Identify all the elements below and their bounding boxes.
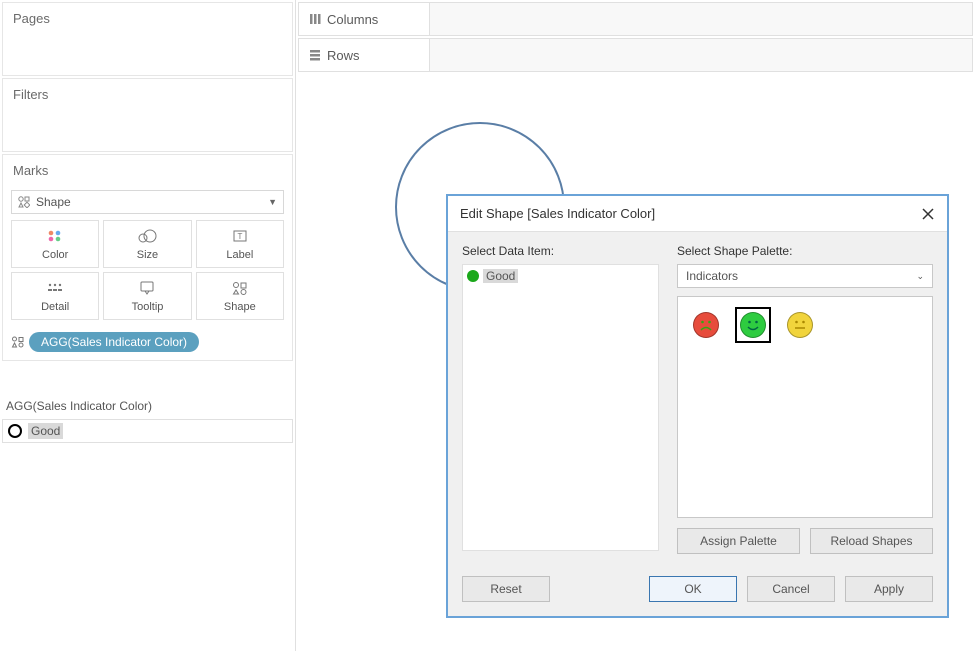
data-item-shape-icon — [467, 270, 479, 282]
svg-text:T: T — [237, 232, 242, 241]
label-icon: T — [232, 227, 248, 245]
columns-icon — [309, 13, 321, 25]
reset-button[interactable]: Reset — [462, 576, 550, 602]
detail-button[interactable]: Detail — [11, 272, 99, 320]
chevron-down-icon: ⌄ — [916, 271, 924, 282]
shape-icon — [232, 279, 248, 297]
marks-panel: Marks Shape ▼ Color — [2, 154, 293, 361]
shape-pill[interactable]: AGG(Sales Indicator Color) — [29, 332, 199, 352]
label-button[interactable]: T Label — [196, 220, 284, 268]
cancel-button[interactable]: Cancel — [747, 576, 835, 602]
ok-button[interactable]: OK — [649, 576, 737, 602]
columns-content[interactable] — [429, 3, 972, 35]
detail-icon — [47, 279, 63, 297]
shape-option-red-sad[interactable] — [688, 307, 724, 343]
shape-label: Shape — [224, 301, 256, 313]
legend-item[interactable]: Good — [2, 419, 293, 443]
yellow-neutral-face-icon — [787, 312, 813, 338]
columns-shelf[interactable]: Columns — [298, 2, 973, 36]
dialog-title: Edit Shape [Sales Indicator Color] — [460, 206, 655, 221]
assign-palette-button[interactable]: Assign Palette — [677, 528, 800, 554]
filters-title: Filters — [3, 79, 292, 110]
pages-title: Pages — [3, 3, 292, 34]
tooltip-label: Tooltip — [132, 301, 164, 313]
shape-option-green-happy[interactable] — [735, 307, 771, 343]
rows-icon — [309, 49, 321, 61]
detail-label: Detail — [41, 301, 69, 313]
shape-glyph-icon — [18, 196, 30, 208]
edit-shape-dialog: Edit Shape [Sales Indicator Color] Selec… — [446, 194, 949, 618]
pill-shape-icon — [11, 336, 29, 348]
chevron-down-icon: ▼ — [268, 197, 277, 207]
palette-dropdown[interactable]: Indicators ⌄ — [677, 264, 933, 288]
apply-button[interactable]: Apply — [845, 576, 933, 602]
data-item-list[interactable]: Good — [462, 264, 659, 551]
color-button[interactable]: Color — [11, 220, 99, 268]
select-palette-label: Select Shape Palette: — [677, 244, 933, 258]
tooltip-icon — [139, 279, 155, 297]
size-icon — [137, 227, 157, 245]
data-item-label: Good — [483, 269, 518, 283]
color-label: Color — [42, 249, 68, 261]
red-sad-face-icon — [693, 312, 719, 338]
rows-label: Rows — [327, 48, 360, 63]
mark-type-select[interactable]: Shape ▼ — [11, 190, 284, 214]
legend-section: AGG(Sales Indicator Color) Good — [2, 393, 293, 443]
legend-circle-icon — [8, 424, 22, 438]
rows-content[interactable] — [429, 39, 972, 71]
marks-title: Marks — [3, 155, 292, 186]
rows-shelf[interactable]: Rows — [298, 38, 973, 72]
mark-type-label: Shape — [36, 195, 71, 209]
palette-name: Indicators — [686, 269, 738, 283]
legend-item-label: Good — [28, 423, 63, 439]
size-label: Size — [137, 249, 158, 261]
label-label: Label — [226, 249, 253, 261]
shape-option-yellow-neutral[interactable] — [782, 307, 818, 343]
palette-shape-grid — [677, 296, 933, 518]
color-icon — [47, 227, 63, 245]
tooltip-button[interactable]: Tooltip — [103, 272, 191, 320]
pages-panel: Pages — [2, 2, 293, 76]
shape-button[interactable]: Shape — [196, 272, 284, 320]
legend-title: AGG(Sales Indicator Color) — [2, 393, 293, 419]
size-button[interactable]: Size — [103, 220, 191, 268]
green-happy-face-icon — [740, 312, 766, 338]
columns-label: Columns — [327, 12, 378, 27]
reload-shapes-button[interactable]: Reload Shapes — [810, 528, 933, 554]
data-item-row[interactable]: Good — [467, 269, 654, 283]
select-data-item-label: Select Data Item: — [462, 244, 659, 258]
filters-panel: Filters — [2, 78, 293, 152]
close-icon[interactable] — [921, 207, 935, 221]
